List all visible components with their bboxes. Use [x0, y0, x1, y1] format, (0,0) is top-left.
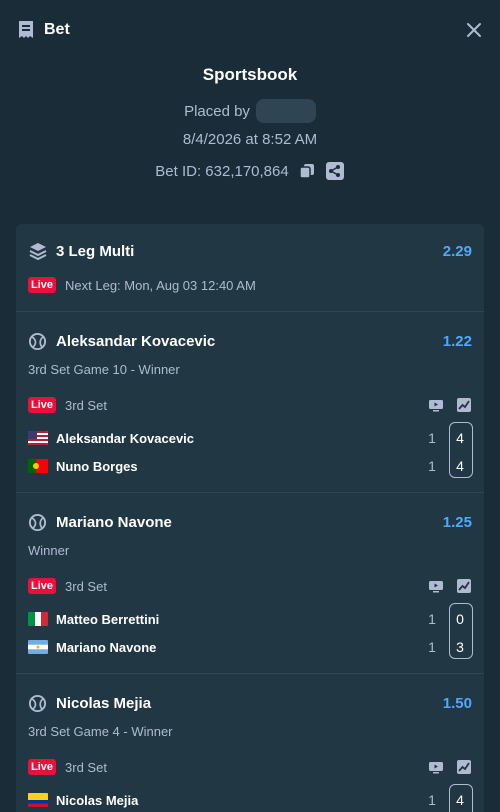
- tennis-ball-icon: [28, 694, 47, 713]
- sportsbook-title: Sportsbook: [202, 65, 298, 84]
- leg-card[interactable]: Nicolas Mejia 1.50 3rd Set Game 4 - Winn…: [16, 674, 484, 812]
- flag-us-icon: [28, 431, 48, 445]
- current-game-score-box: [449, 784, 473, 812]
- team-name: Mariano Navone: [56, 639, 157, 655]
- team-row: Matteo Berrettini 1 0: [28, 611, 472, 627]
- flag-ar-icon: [28, 640, 48, 654]
- placed-by-user-pill[interactable]: [255, 99, 316, 123]
- match-status: 3rd Set: [65, 578, 107, 594]
- sets-score: 1: [428, 430, 436, 446]
- flag-it-icon: [28, 612, 48, 626]
- leg-market: 3rd Set Game 10 - Winner: [28, 362, 180, 377]
- flag-co-icon: [28, 793, 48, 807]
- leg-odds: 1.22: [442, 333, 472, 350]
- current-game-score-box: [449, 422, 473, 478]
- leg-selection: Nicolas Mejia: [56, 695, 152, 712]
- match-status: 3rd Set: [65, 397, 107, 413]
- leg-market: Winner: [28, 543, 70, 558]
- team-row: Nicolas Mejia 1 4: [28, 792, 472, 808]
- stats-chart-icon[interactable]: [456, 759, 472, 775]
- live-badge: Live: [28, 578, 57, 594]
- share-icon[interactable]: [325, 161, 345, 181]
- placed-by-row: Placed by: [0, 99, 500, 123]
- stats-chart-icon[interactable]: [456, 397, 472, 413]
- live-stream-icon[interactable]: [428, 759, 444, 775]
- match-status: 3rd Set: [65, 759, 107, 775]
- next-leg-text: Next Leg: Mon, Aug 03 12:40 AM: [65, 277, 256, 293]
- bet-summary: Sportsbook Placed by 8/4/2026 at 8:52 AM…: [0, 60, 500, 181]
- stats-chart-icon[interactable]: [456, 578, 472, 594]
- modal-header: Bet: [0, 0, 500, 60]
- leg-market: 3rd Set Game 4 - Winner: [28, 724, 173, 739]
- sets-score: 1: [428, 792, 436, 808]
- header-title: Bet: [44, 21, 70, 38]
- leg-card[interactable]: Aleksandar Kovacevic 1.22 3rd Set Game 1…: [16, 312, 484, 493]
- team-row: Aleksandar Kovacevic 1 4: [28, 430, 472, 446]
- bet-id-row: Bet ID: 632,170,864: [0, 161, 500, 181]
- live-stream-icon[interactable]: [428, 397, 444, 413]
- header-title-group: Bet: [17, 20, 70, 40]
- leg-card[interactable]: Mariano Navone 1.25 Winner Live 3rd Set …: [16, 493, 484, 674]
- team-name: Matteo Berrettini: [56, 611, 160, 627]
- team-name: Nicolas Mejia: [56, 792, 139, 808]
- tennis-ball-icon: [28, 513, 47, 532]
- tennis-ball-icon: [28, 332, 47, 351]
- live-stream-icon[interactable]: [428, 578, 444, 594]
- leg-odds: 1.25: [442, 514, 472, 531]
- close-icon[interactable]: [465, 21, 483, 39]
- sets-score: 1: [428, 458, 436, 474]
- live-badge: Live: [28, 277, 57, 293]
- bet-card: 3 Leg Multi 2.29 Live Next Leg: Mon, Aug…: [16, 224, 484, 812]
- multi-odds: 2.29: [442, 242, 472, 260]
- bet-slip-icon: [19, 21, 33, 38]
- sets-score: 1: [428, 639, 436, 655]
- flag-pt-icon: [28, 459, 48, 473]
- bet-id: Bet ID: 632,170,864: [155, 162, 289, 180]
- sets-score: 1: [428, 611, 436, 627]
- live-badge: Live: [28, 397, 57, 413]
- leg-selection: Aleksandar Kovacevic: [56, 333, 216, 350]
- team-name: Aleksandar Kovacevic: [56, 430, 195, 446]
- leg-selection: Mariano Navone: [56, 514, 172, 531]
- team-name: Nuno Borges: [56, 458, 138, 474]
- multi-title: 3 Leg Multi: [56, 242, 135, 260]
- copy-icon[interactable]: [297, 161, 317, 181]
- multi-summary: 3 Leg Multi 2.29 Live Next Leg: Mon, Aug…: [16, 224, 484, 312]
- team-row: Nuno Borges 1 4: [28, 458, 472, 474]
- placed-by-label: Placed by: [184, 102, 250, 120]
- leg-odds: 1.50: [442, 695, 472, 712]
- bet-date: 8/4/2026 at 8:52 AM: [182, 131, 318, 148]
- live-badge: Live: [28, 759, 57, 775]
- current-game-score-box: [449, 603, 473, 659]
- team-row: Mariano Navone 1 3: [28, 639, 472, 655]
- layers-icon: [29, 243, 47, 261]
